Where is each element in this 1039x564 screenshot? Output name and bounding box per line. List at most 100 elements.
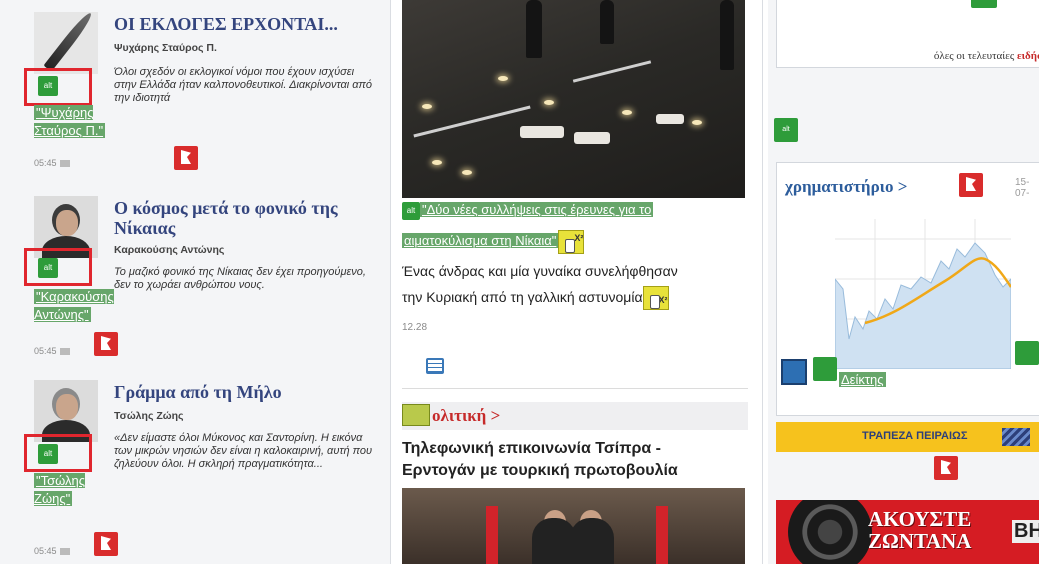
politics-headline[interactable]: Τηλεφωνική επικοινωνία Τσίπρα - Ερντογάν… <box>402 438 752 482</box>
chevron-right-icon: > <box>490 406 501 425</box>
person-figure <box>720 0 734 70</box>
flowers <box>574 132 610 144</box>
alt-badge-icon <box>813 357 837 381</box>
headline-line: Τηλεφωνική επικοινωνία Τσίπρα - <box>402 440 661 457</box>
alt-text-label: "Τσώλης Ζώης" <box>34 473 86 506</box>
highlight-box <box>24 68 92 106</box>
main-story-lead[interactable]: Ένας άνδρας και μία γυναίκα συνελήφθησαν… <box>402 258 752 311</box>
opinion-article: alt "Ψυχάρης Σταύρος Π." ΟΙ ΕΚΛΟΓΕΣ ΕΡΧΟ… <box>0 0 390 190</box>
link-highlight: ειδήσ <box>1016 50 1039 62</box>
all-latest-news-link[interactable]: όλες οι τελευταίες ειδήσ <box>934 50 1039 62</box>
speaker-icon <box>788 500 872 564</box>
article-author[interactable]: Τσώλης Ζώης <box>114 410 183 422</box>
report-flag-icon[interactable] <box>934 456 958 480</box>
article-meta: 05:45 <box>34 546 70 556</box>
author-avatar[interactable] <box>34 380 98 442</box>
alt-text-label: "Καρακούσης Αντώνης" <box>34 289 114 322</box>
main-story-photo[interactable] <box>402 0 745 198</box>
article-title[interactable]: ΟΙ ΕΚΛΟΓΕΣ ΕΡΧΟΝΤΑΙ... <box>114 14 374 34</box>
alt-text-label: "Ψυχάρης Σταύρος Π." <box>34 105 106 138</box>
person-figure <box>600 0 614 44</box>
road-marking <box>572 60 652 83</box>
alt-badge-icon: alt <box>402 202 420 220</box>
sidebar-column: όλες οι τελευταίες ειδήσ alt χρηματιστήρ… <box>768 0 1039 564</box>
x-badge-icon[interactable]: X² <box>642 286 669 311</box>
politics-photo[interactable] <box>402 488 745 564</box>
article-title[interactable]: Γράμμα από τη Μήλο <box>114 382 374 402</box>
article-author[interactable]: Καρακούσης Αντώνης <box>114 244 224 256</box>
bank-name: ΤΡΑΠΕΖΑ ΠΕΙΡΑΙΩΣ <box>862 430 968 442</box>
report-flag-icon[interactable] <box>174 146 198 170</box>
avatar-face <box>56 210 78 236</box>
stock-title-text: χρηματιστήριο <box>785 177 894 196</box>
report-flag-icon[interactable] <box>959 173 983 197</box>
chevron-right-icon: > <box>897 177 908 196</box>
news-feed-box: όλες οι τελευταίες ειδήσ <box>776 0 1039 68</box>
x-badge-icon[interactable]: X² <box>558 230 585 254</box>
candle <box>544 100 554 105</box>
turkish-flag <box>656 506 668 564</box>
person-figure <box>570 518 614 564</box>
candle <box>422 104 432 109</box>
main-news-column: alt "Δύο νέες συλλήψεις στις έρευνες για … <box>398 0 760 564</box>
opinion-article: alt "Τσώλης Ζώης" Γράμμα από τη Μήλο Τσώ… <box>0 374 390 564</box>
road-marking <box>413 105 531 138</box>
comment-icon[interactable] <box>59 160 70 168</box>
article-author[interactable]: Ψυχάρης Σταύρος Π. <box>114 42 217 54</box>
turkish-flag <box>486 506 498 564</box>
avatar-face <box>56 394 78 420</box>
section-header[interactable]: ολιτική > <box>402 402 748 430</box>
avatar-alt-text[interactable]: "Τσώλης Ζώης" <box>34 472 114 508</box>
section-title[interactable]: ολιτική > <box>432 406 500 426</box>
comment-icon[interactable] <box>59 348 70 356</box>
stock-market-title[interactable]: χρηματιστήριο > <box>785 177 907 197</box>
bank-sponsor-banner[interactable]: ΤΡΑΠΕΖΑ ΠΕΙΡΑΙΩΣ <box>776 422 1039 452</box>
headline-line: Ερντογάν με τουρκική πρωτοβουλία <box>402 462 678 479</box>
flowers <box>656 114 684 124</box>
stock-market-box: χρηματιστήριο > 15-07- Δείκτης <box>776 162 1039 416</box>
alt-text-label: αιματοκύλισμα στη Νίκαια" <box>402 233 559 249</box>
chart-icon[interactable] <box>835 219 1011 369</box>
comment-icon[interactable] <box>59 548 70 556</box>
candle <box>432 160 442 165</box>
column-divider <box>390 0 391 564</box>
stock-date: 15-07- <box>1015 177 1030 199</box>
article-time: 05:45 <box>34 346 57 356</box>
avatar-alt-text[interactable]: "Ψυχάρης Σταύρος Π." <box>34 104 114 140</box>
radio-side-label: ΒΗ <box>1012 520 1039 543</box>
article-meta: 05:45 <box>34 158 70 168</box>
photo-alt-caption-cont[interactable]: αιματοκύλισμα στη Νίκαια" X² <box>402 230 585 254</box>
bank-logo-icon <box>1002 428 1030 446</box>
photo-alt-caption[interactable]: alt "Δύο νέες συλλήψεις στις έρευνες για … <box>402 202 654 220</box>
alt-badge-icon <box>402 404 430 426</box>
flowers <box>520 126 564 138</box>
highlight-box <box>24 248 92 286</box>
lead-line: Ένας άνδρας και μία γυναίκα συνελήφθησαν <box>402 263 678 279</box>
person-figure <box>526 0 542 58</box>
radio-line-2: ΖΩΝΤΑΝΑ <box>868 529 972 553</box>
live-radio-banner[interactable]: ΑΚΟΥΣΤΕ ΖΩΝΤΑΝΑ ΒΗ <box>776 500 1039 564</box>
article-meta: 05:45 <box>34 346 70 356</box>
report-flag-icon[interactable] <box>94 332 118 356</box>
opinion-column: alt "Ψυχάρης Σταύρος Π." ΟΙ ΕΚΛΟΓΕΣ ΕΡΧΟ… <box>0 0 390 564</box>
column-divider <box>762 0 763 564</box>
article-title[interactable]: Ο κόσμος μετά το φονικό της Νίκαιας <box>114 198 374 238</box>
chart-type-icon[interactable] <box>781 359 807 385</box>
article-time: 05:45 <box>34 158 57 168</box>
list-icon[interactable] <box>426 358 444 374</box>
highlight-box <box>24 434 92 472</box>
avatar-alt-text[interactable]: "Καρακούσης Αντώνης" <box>34 288 114 324</box>
lead-line: την Κυριακή από τη γαλλική αστυνομία X² <box>402 284 752 311</box>
index-link[interactable]: Δείκτης <box>839 371 886 389</box>
opinion-article: alt "Καρακούσης Αντώνης" Ο κόσμος μετά τ… <box>0 190 390 374</box>
story-time: 12.28 <box>402 322 428 333</box>
lead-text: την Κυριακή από τη γαλλική αστυνομία <box>402 289 643 305</box>
link-text: όλες οι τελευταίες <box>933 50 1015 62</box>
author-avatar[interactable] <box>34 12 98 74</box>
report-flag-icon[interactable] <box>94 532 118 556</box>
candle <box>692 120 702 125</box>
alt-badge-icon: alt <box>774 118 798 142</box>
index-area <box>835 242 1011 369</box>
quill-icon <box>43 12 95 72</box>
radio-line-1: ΑΚΟΥΣΤΕ <box>868 507 972 531</box>
